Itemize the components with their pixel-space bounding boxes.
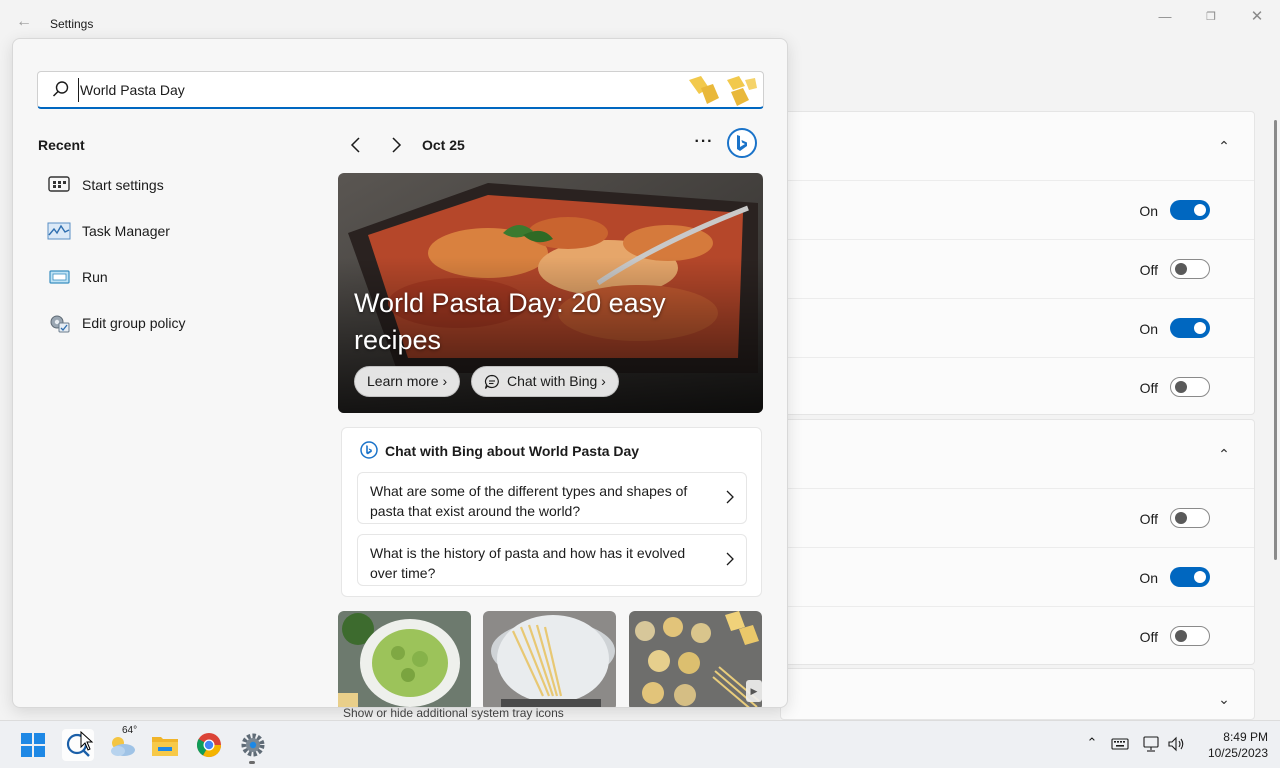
toggle-switch[interactable] bbox=[1170, 259, 1210, 279]
tray-icons-hint: Show or hide additional system tray icon… bbox=[343, 706, 564, 720]
chevron-right-icon: › bbox=[442, 373, 448, 389]
clock-time: 8:49 PM bbox=[1223, 730, 1268, 744]
highlights-date: Oct 25 bbox=[422, 137, 465, 153]
window-title: Settings bbox=[50, 17, 94, 31]
toggle-state-label: Off bbox=[1139, 511, 1158, 527]
bing-icon[interactable] bbox=[726, 127, 758, 159]
chat-card-title: Chat with Bing about World Pasta Day bbox=[385, 443, 640, 459]
settings-gear-icon[interactable] bbox=[237, 729, 269, 761]
settings-group-2: ⌃ Off On Off bbox=[780, 419, 1255, 665]
group-2-header[interactable]: ⌃ bbox=[781, 420, 1254, 488]
maximize-icon[interactable]: ❐ bbox=[1199, 8, 1223, 26]
windows-start-icon[interactable] bbox=[17, 729, 49, 761]
setting-row: Off bbox=[781, 606, 1254, 664]
chevron-left-icon[interactable] bbox=[346, 135, 366, 155]
weather-temp: 64° bbox=[122, 725, 138, 736]
chevron-up-icon[interactable]: ⌃ bbox=[1216, 446, 1232, 462]
chat-prompt[interactable]: What is the history of pasta and how has… bbox=[357, 534, 747, 586]
dry-pasta-thumbnail[interactable] bbox=[629, 611, 762, 707]
setting-row: On bbox=[781, 180, 1254, 238]
toggle-switch[interactable] bbox=[1170, 318, 1210, 338]
close-icon[interactable]: ✕ bbox=[1245, 8, 1269, 26]
toggle-state-label: Off bbox=[1139, 380, 1158, 396]
clock-date: 10/25/2023 bbox=[1207, 746, 1268, 760]
back-arrow-icon[interactable]: ← bbox=[16, 14, 32, 30]
recent-item-task-manager[interactable]: Task Manager bbox=[47, 215, 307, 247]
settings-group-3[interactable]: ⌄ bbox=[780, 668, 1255, 720]
setting-row: Off bbox=[781, 239, 1254, 297]
chevron-up-icon[interactable]: ⌃ bbox=[1082, 735, 1102, 753]
bing-chat-card: Chat with Bing about World Pasta Day Wha… bbox=[341, 427, 762, 597]
setting-row: Off bbox=[781, 488, 1254, 546]
recent-item-start-settings[interactable]: Start settings bbox=[47, 169, 307, 201]
toggle-state-label: On bbox=[1139, 203, 1158, 219]
chrome-icon[interactable] bbox=[193, 729, 225, 761]
hero-title: World Pasta Day: 20 easy recipes bbox=[354, 288, 666, 355]
recent-item-group-policy[interactable]: Edit group policy bbox=[47, 307, 307, 339]
taskbar-clock[interactable]: 8:49 PM 10/25/2023 bbox=[1196, 729, 1268, 761]
bing-icon bbox=[360, 441, 378, 459]
chevron-right-icon[interactable] bbox=[386, 135, 406, 155]
minimize-icon[interactable]: — bbox=[1153, 8, 1177, 26]
active-app-indicator bbox=[249, 761, 255, 764]
chevron-down-icon[interactable]: ⌄ bbox=[1216, 691, 1232, 707]
start-settings-icon bbox=[48, 176, 70, 192]
chevron-up-icon[interactable]: ⌃ bbox=[1216, 138, 1232, 154]
chat-bubble-icon bbox=[484, 374, 499, 389]
recent-item-run[interactable]: Run bbox=[47, 261, 307, 293]
group-1-header[interactable]: ⌃ bbox=[781, 112, 1254, 180]
recent-heading: Recent bbox=[38, 137, 85, 153]
toggle-state-label: On bbox=[1139, 570, 1158, 586]
pasta-pesto-thumbnail[interactable] bbox=[338, 611, 471, 707]
search-icon bbox=[52, 81, 69, 97]
learn-more-button[interactable]: Learn more › bbox=[354, 366, 461, 397]
boiling-spaghetti-thumbnail[interactable] bbox=[483, 611, 616, 707]
chat-prompt-text: What are some of the different types and… bbox=[370, 483, 688, 519]
taskbar: 64° ⌃ 8:49 PM 10/25/2023 bbox=[0, 720, 1280, 768]
volume-icon[interactable] bbox=[1166, 735, 1186, 753]
mouse-cursor-icon bbox=[80, 731, 94, 751]
run-icon bbox=[49, 270, 70, 284]
chat-with-bing-button[interactable]: Chat with Bing › bbox=[471, 366, 619, 397]
toggle-switch[interactable] bbox=[1170, 200, 1210, 220]
toggle-switch[interactable] bbox=[1170, 377, 1210, 397]
recent-item-label: Edit group policy bbox=[82, 315, 186, 331]
chevron-right-icon bbox=[726, 490, 734, 504]
hero-card[interactable]: World Pasta Day: 20 easy recipes Learn m… bbox=[338, 173, 763, 413]
toggle-switch[interactable] bbox=[1170, 567, 1210, 587]
search-flyout: Recent Start settings Task Manager Run E… bbox=[12, 38, 788, 708]
chat-with-bing-label: Chat with Bing bbox=[507, 373, 598, 389]
setting-row: Off bbox=[781, 357, 1254, 415]
chat-prompt[interactable]: What are some of the different types and… bbox=[357, 472, 747, 524]
chat-prompt-text: What is the history of pasta and how has… bbox=[370, 545, 686, 581]
task-manager-icon bbox=[47, 222, 71, 240]
toggle-state-label: On bbox=[1139, 321, 1158, 337]
search-box[interactable] bbox=[37, 71, 764, 109]
recent-item-label: Run bbox=[82, 269, 108, 285]
toggle-state-label: Off bbox=[1139, 629, 1158, 645]
recent-item-label: Start settings bbox=[82, 177, 164, 193]
learn-more-label: Learn more bbox=[367, 373, 439, 389]
setting-row: On bbox=[781, 298, 1254, 356]
pasta-illustration-icon bbox=[689, 76, 757, 106]
scroll-right-icon[interactable]: ▶ bbox=[746, 680, 762, 702]
recent-item-label: Task Manager bbox=[82, 223, 170, 239]
scrollbar[interactable] bbox=[1274, 120, 1277, 560]
file-explorer-icon[interactable] bbox=[149, 729, 181, 761]
chevron-right-icon: › bbox=[601, 373, 606, 389]
chevron-right-icon bbox=[726, 552, 734, 566]
settings-group-1: ⌃ On Off On Off bbox=[780, 111, 1255, 415]
keyboard-icon[interactable] bbox=[1110, 735, 1130, 753]
group-policy-icon bbox=[50, 315, 70, 333]
more-options-button[interactable]: ··· bbox=[693, 133, 715, 153]
toggle-switch[interactable] bbox=[1170, 508, 1210, 528]
network-icon[interactable] bbox=[1141, 735, 1161, 753]
setting-row: On bbox=[781, 547, 1254, 605]
search-input[interactable] bbox=[78, 78, 678, 102]
weather-widget[interactable]: 64° bbox=[106, 725, 138, 761]
toggle-state-label: Off bbox=[1139, 262, 1158, 278]
toggle-switch[interactable] bbox=[1170, 626, 1210, 646]
